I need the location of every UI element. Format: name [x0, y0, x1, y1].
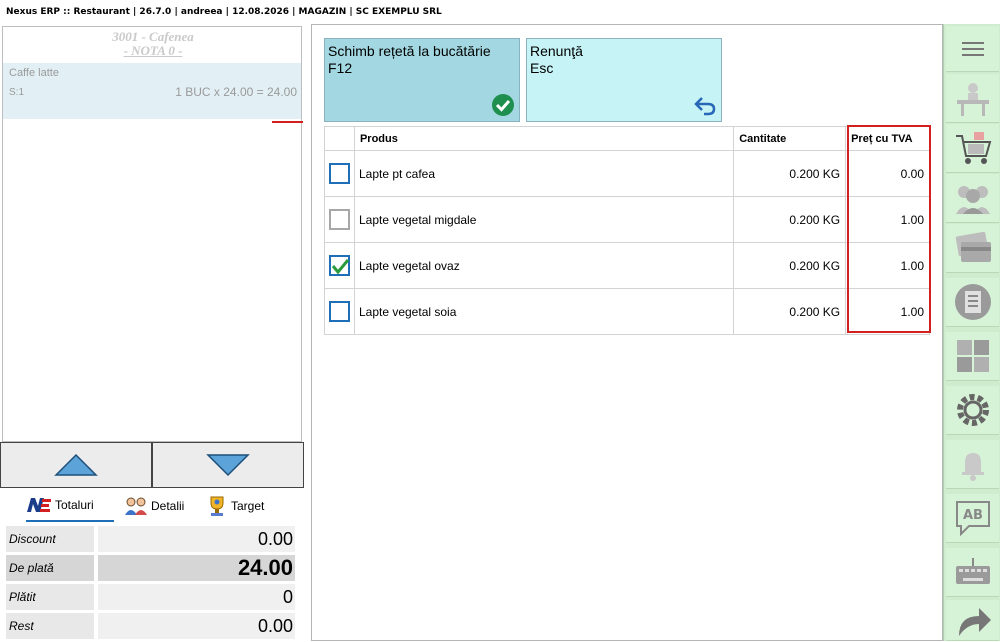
customers-icon: [955, 186, 990, 214]
row-quantity: 0.200 KG: [733, 150, 847, 197]
row-checkbox[interactable]: [328, 209, 350, 230]
recipe-change-dialog: Schimb rețetă la bucătărie F12 Renunţă E…: [311, 24, 943, 641]
order-panel: 3001 - Cafenea - NOTA 0 - Caffe latte S:…: [0, 24, 304, 641]
svg-text:AB: AB: [963, 508, 983, 523]
to-pay-row: De plată 24.00: [6, 555, 295, 581]
trophy-icon: [210, 496, 224, 516]
keyboard-icon: [955, 558, 990, 584]
header-product[interactable]: Produs: [353, 126, 735, 151]
keyboard-button[interactable]: [946, 548, 999, 597]
change-recipe-label: Schimb rețetă la bucătărie: [328, 43, 491, 59]
language-button[interactable]: AB: [946, 494, 999, 543]
checkmark-icon: [331, 259, 350, 275]
change-recipe-shortcut: F12: [328, 60, 353, 76]
order-header: 3001 - Cafenea - NOTA 0 -: [3, 30, 303, 58]
header-quantity[interactable]: Cantitate: [733, 126, 847, 151]
order-item-marker: [272, 121, 303, 123]
forward-button[interactable]: [946, 600, 999, 641]
table-service-button[interactable]: [946, 74, 999, 123]
scroll-down-button[interactable]: [152, 442, 304, 488]
rest-label: Rest: [6, 613, 94, 639]
settings-icon: [956, 394, 989, 426]
to-pay-value: 24.00: [98, 555, 295, 581]
row-product: Lapte pt cafea: [353, 150, 735, 197]
order-items-list[interactable]: 3001 - Cafenea - NOTA 0 - Caffe latte S:…: [2, 26, 303, 442]
customers-button[interactable]: [946, 174, 999, 223]
notifications-button[interactable]: [946, 440, 999, 489]
cart-button[interactable]: [946, 124, 999, 173]
payment-card-icon: [955, 231, 991, 262]
arrow-down-icon: [206, 454, 250, 477]
row-price: 0.00: [845, 150, 930, 197]
row-price: 1.00: [845, 242, 930, 289]
row-price: 1.00: [845, 196, 930, 243]
order-item-seat: S:1: [9, 87, 25, 98]
change-recipe-button[interactable]: Schimb rețetă la bucătărie F12: [324, 38, 520, 122]
table-service-icon: [956, 83, 989, 116]
paid-label: Plătit: [6, 584, 94, 610]
tab-details[interactable]: Detalii: [124, 490, 204, 522]
order-item-calc: 1 BUC x 24.00 = 24.00: [175, 85, 297, 99]
row-quantity: 0.200 KG: [733, 196, 847, 243]
table-row[interactable]: Lapte vegetal migdale 0.200 KG 1.00: [324, 196, 930, 243]
tab-target[interactable]: Target: [206, 490, 296, 522]
cancel-button[interactable]: Renunţă Esc: [526, 38, 722, 122]
tab-totals[interactable]: Totaluri: [26, 490, 114, 522]
discount-label: Discount: [6, 526, 94, 552]
payment-card-button[interactable]: [946, 224, 999, 273]
table-header-row: Produs Cantitate Preț cu TVA: [324, 126, 930, 151]
tab-target-label: Target: [231, 499, 265, 513]
cancel-shortcut: Esc: [530, 60, 554, 76]
confirm-check-icon: [492, 94, 514, 116]
cancel-label: Renunţă: [530, 43, 583, 59]
row-quantity: 0.200 KG: [733, 288, 847, 335]
paid-value: 0: [98, 584, 295, 610]
forward-icon: [958, 608, 991, 636]
language-ab-icon: AB: [955, 501, 990, 537]
rest-value: 0.00: [98, 613, 295, 639]
rest-row: Rest 0.00: [6, 613, 295, 639]
tab-details-label: Detalii: [151, 499, 185, 513]
undo-arrow-icon: [694, 97, 716, 116]
tab-totals-label: Totaluri: [55, 498, 94, 512]
receipt-icon: [954, 284, 991, 320]
receipt-button[interactable]: [946, 278, 999, 327]
row-checkbox[interactable]: [328, 163, 350, 184]
ingredients-table: Produs Cantitate Preț cu TVA Lapte pt ca…: [324, 126, 930, 335]
table-name: 3001 - Cafenea: [112, 29, 194, 44]
settings-button[interactable]: [946, 386, 999, 435]
row-quantity: 0.200 KG: [733, 242, 847, 289]
row-product: Lapte vegetal soia: [353, 288, 735, 335]
row-product: Lapte vegetal ovaz: [353, 242, 735, 289]
cart-icon: [955, 132, 991, 164]
menu-button[interactable]: [946, 26, 999, 72]
row-checkbox[interactable]: [328, 301, 350, 322]
right-toolbar: AB: [943, 24, 1000, 641]
row-checkbox[interactable]: [328, 255, 350, 276]
bell-icon: [961, 453, 984, 481]
to-pay-label: De plată: [6, 555, 94, 581]
window-title: Nexus ERP :: Restaurant | 26.7.0 | andre…: [0, 0, 1000, 24]
order-item-row[interactable]: Caffe latte S:1 1 BUC x 24.00 = 24.00: [3, 63, 301, 119]
discount-row: Discount 0.00: [6, 526, 295, 552]
header-price[interactable]: Preț cu TVA: [845, 126, 930, 151]
extensions-button[interactable]: [946, 332, 999, 381]
menu-icon: [961, 41, 984, 56]
row-product: Lapte vegetal migdale: [353, 196, 735, 243]
table-row[interactable]: Lapte vegetal ovaz 0.200 KG 1.00: [324, 242, 930, 289]
header-select: [324, 126, 355, 151]
people-icon: [125, 497, 147, 515]
discount-value: 0.00: [98, 526, 295, 552]
arrow-up-icon: [54, 453, 98, 476]
row-price: 1.00: [845, 288, 930, 335]
scroll-up-button[interactable]: [0, 442, 152, 488]
paid-row: Plătit 0: [6, 584, 295, 610]
nexus-logo-icon: [27, 498, 51, 512]
table-row[interactable]: Lapte pt cafea 0.200 KG 0.00: [324, 150, 930, 197]
puzzle-icon: [956, 340, 989, 372]
totals-panel: Discount 0.00 De plată 24.00 Plătit 0 Re…: [6, 526, 295, 642]
table-row[interactable]: Lapte vegetal soia 0.200 KG 1.00: [324, 288, 930, 335]
note-name: - NOTA 0 -: [123, 43, 183, 58]
order-item-name: Caffe latte: [9, 67, 59, 79]
